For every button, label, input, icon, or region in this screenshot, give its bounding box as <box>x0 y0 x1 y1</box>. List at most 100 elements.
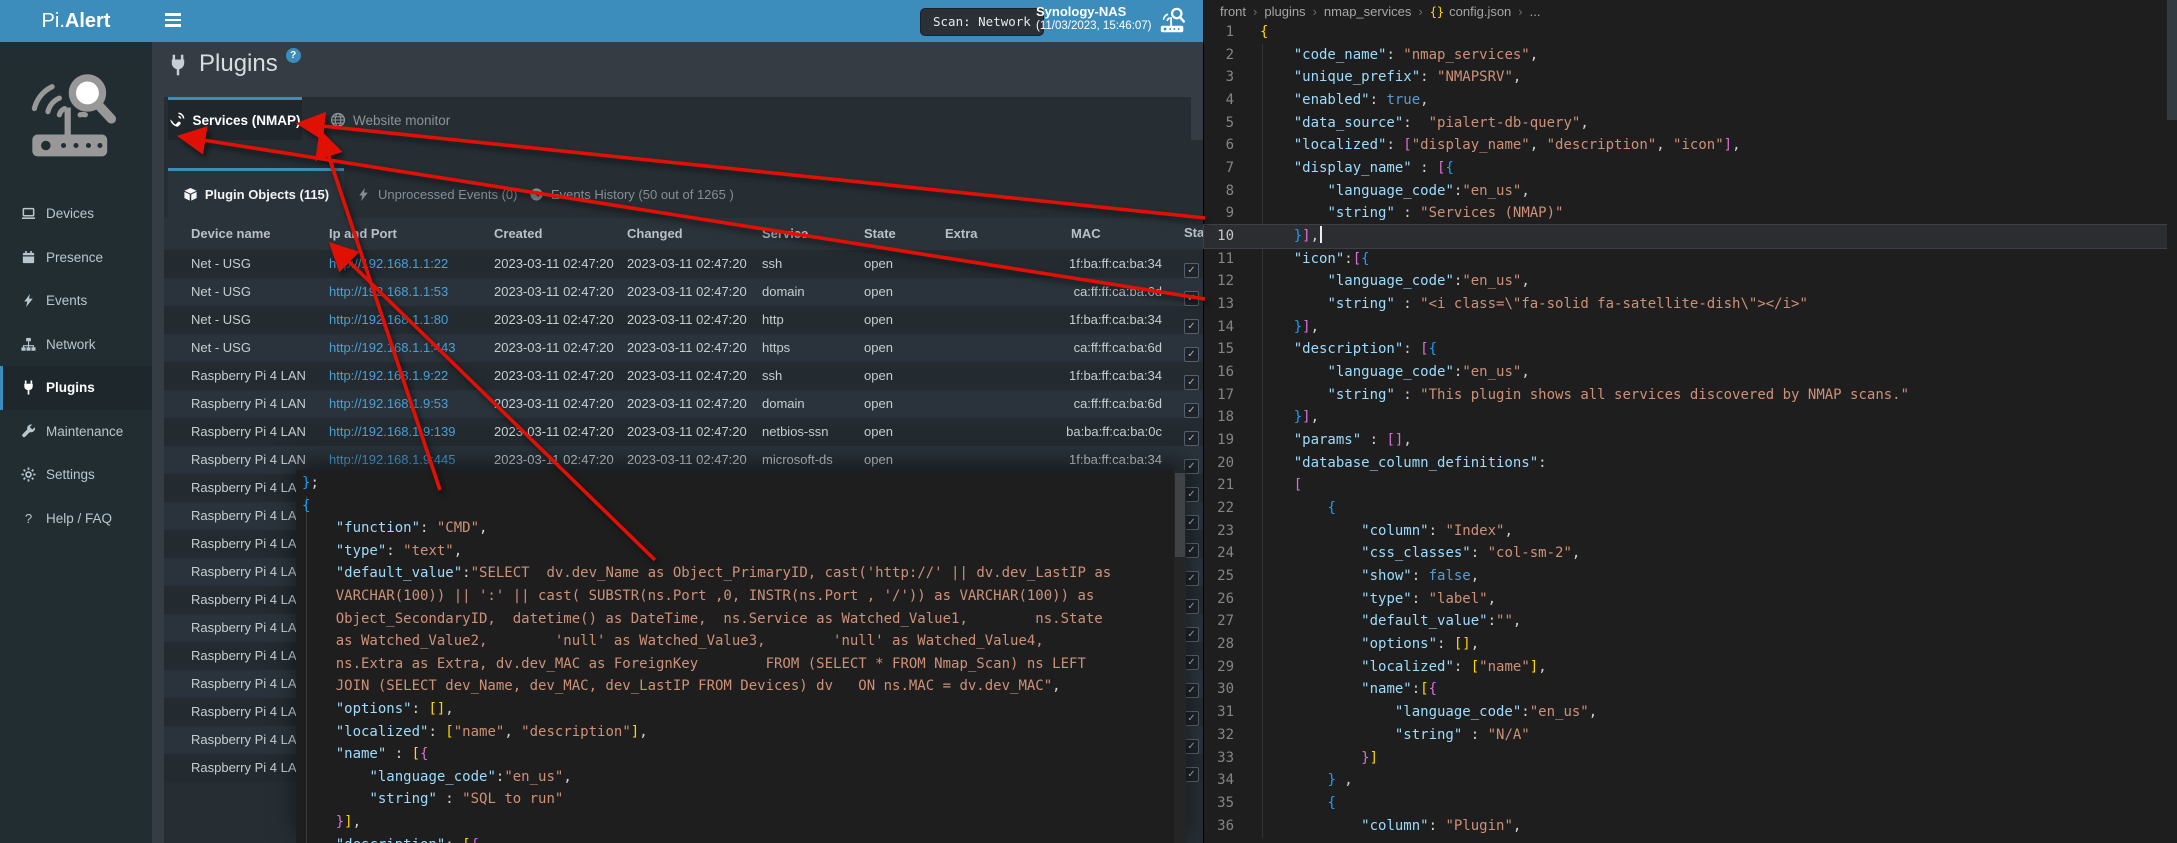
hamburger-menu-icon[interactable] <box>165 13 183 29</box>
cell-device-name: Net - USG <box>191 340 251 355</box>
breadcrumb-segment[interactable]: front <box>1220 4 1246 19</box>
col-ip-and-port[interactable]: Ip and Port <box>329 226 397 241</box>
editor-code[interactable]: 1{2 "code_name": "nmap_services",3 "uniq… <box>1204 21 2177 837</box>
cell-created: 2023-03-11 02:47:20 <box>494 340 614 355</box>
status-checkbox[interactable]: ✓ <box>1184 543 1199 558</box>
cell-device-name: Raspberry Pi 4 LAN <box>191 564 306 579</box>
col-device-name[interactable]: Device name <box>191 226 271 241</box>
cell-state: open <box>864 284 893 299</box>
col-changed[interactable]: Changed <box>627 226 683 241</box>
overlay-scrollbar[interactable] <box>1174 470 1186 843</box>
status-checkbox[interactable]: ✓ <box>1184 431 1199 446</box>
wrench-icon <box>21 424 36 439</box>
cell-mac: ca:ff:ff:ca:ba:6d <box>1004 284 1162 299</box>
code-line: }], <box>302 811 1172 834</box>
line-number: 8 <box>1204 180 1252 203</box>
sidebar-item-network[interactable]: Network <box>0 323 152 367</box>
line-number: 21 <box>1204 474 1252 497</box>
line-number: 14 <box>1204 316 1252 339</box>
line-number: 17 <box>1204 384 1252 407</box>
subtab-plugin-objects[interactable]: Plugin Objects (115) <box>168 171 344 218</box>
status-checkbox[interactable]: ✓ <box>1184 487 1199 502</box>
status-checkbox[interactable]: ✓ <box>1184 683 1199 698</box>
subtab-events-history[interactable]: Events History (50 out of 1265 ) <box>529 171 734 218</box>
breadcrumb-segment[interactable]: nmap_services <box>1324 4 1411 19</box>
sidebar-item-devices[interactable]: Devices <box>0 192 152 236</box>
col-mac[interactable]: MAC <box>1071 226 1101 241</box>
subtab-unprocessed-events[interactable]: Unprocessed Events (0) <box>356 171 517 218</box>
cell-created: 2023-03-11 02:47:20 <box>494 368 614 383</box>
col-extra[interactable]: Extra <box>945 226 978 241</box>
help-badge[interactable]: ? <box>286 48 301 63</box>
status-checkbox[interactable]: ✓ <box>1184 347 1199 362</box>
sidebar-nav: Devices Presence EventsNetworkPluginsMaint… <box>0 192 152 540</box>
status-checkbox[interactable]: ✓ <box>1184 459 1199 474</box>
editor-line: 34 } , <box>1204 769 2177 792</box>
tab-services-nmap[interactable]: Services (NMAP) <box>168 97 302 140</box>
cell-ip-port-link[interactable]: http://192.168.1.1:53 <box>329 284 448 299</box>
cell-ip-port-link[interactable]: http://192.168.1.9:139 <box>329 424 456 439</box>
cell-mac: ca:ff:ff:ca:ba:6d <box>1004 340 1162 355</box>
status-checkbox[interactable]: ✓ <box>1184 571 1199 586</box>
breadcrumb-segment[interactable]: plugins <box>1264 4 1305 19</box>
page-title-text: Plugins <box>199 50 278 78</box>
sidebar-item-plugins[interactable]: Plugins <box>0 366 152 410</box>
line-number: 7 <box>1204 157 1252 180</box>
sitemap-icon <box>21 337 36 352</box>
router-scan-icon[interactable] <box>1158 6 1188 36</box>
sidebar-item-label: Presence <box>46 250 103 265</box>
cell-ip-port-link[interactable]: http://192.168.1.1:22 <box>329 256 448 271</box>
status-checkbox[interactable]: ✓ <box>1184 627 1199 642</box>
brand-logo[interactable]: Pi.Alert <box>0 0 152 42</box>
status-checkbox[interactable]: ✓ <box>1184 403 1199 418</box>
cell-state: open <box>864 312 893 327</box>
cell-changed: 2023-03-11 02:47:20 <box>627 424 747 439</box>
cell-ip-port-link[interactable]: http://192.168.1.9:22 <box>329 368 448 383</box>
sidebar-item-settings[interactable]: Settings <box>0 453 152 497</box>
sidebar-item-presence[interactable]: Presence <box>0 236 152 280</box>
cell-ip-port-link[interactable]: http://192.168.1.1:443 <box>329 340 456 355</box>
status-checkbox[interactable]: ✓ <box>1184 515 1199 530</box>
status-checkbox[interactable]: ✓ <box>1184 599 1199 614</box>
cell-ip-port-link[interactable]: http://192.168.1.1:80 <box>329 312 448 327</box>
line-number: 12 <box>1204 270 1252 293</box>
code-line: "language_code":"en_us", <box>302 766 1172 789</box>
status-checkbox[interactable]: ✓ <box>1184 375 1199 390</box>
cell-changed: 2023-03-11 02:47:20 <box>627 340 747 355</box>
status-checkbox[interactable]: ✓ <box>1184 319 1199 334</box>
status-checkbox[interactable]: ✓ <box>1184 739 1199 754</box>
cell-device-name: Raspberry Pi 4 LAN <box>191 536 306 551</box>
status-checkbox[interactable]: ✓ <box>1184 291 1199 306</box>
breadcrumb-segment[interactable]: config.json <box>1449 4 1511 19</box>
status-checkbox[interactable]: ✓ <box>1184 711 1199 726</box>
line-number: 13 <box>1204 293 1252 316</box>
cell-created: 2023-03-11 02:47:20 <box>494 452 614 467</box>
status-checkbox[interactable]: ✓ <box>1184 767 1199 782</box>
status-checkbox[interactable]: ✓ <box>1184 263 1199 278</box>
code-line: "default_value":"SELECT dv.dev_Name as O… <box>302 562 1172 585</box>
cell-ip-port-link[interactable]: http://192.168.1.9:53 <box>329 396 448 411</box>
code-line: "string" : "SQL to run" <box>302 788 1172 811</box>
col-service[interactable]: Service <box>762 226 808 241</box>
tab-website-monitor[interactable]: Website monitor <box>316 100 464 140</box>
cell-service: microsoft-ds <box>762 452 833 467</box>
editor-line: 8 "language_code":"en_us", <box>1204 180 2177 203</box>
col-created[interactable]: Created <box>494 226 542 241</box>
cell-device-name: Raspberry Pi 4 LAN <box>191 648 306 663</box>
status-checkbox[interactable]: ✓ <box>1184 655 1199 670</box>
sidebar-item-help-faq[interactable]: ?Help / FAQ <box>0 497 152 541</box>
editor-line: 10 }], <box>1204 225 2177 248</box>
sidebar-item-events[interactable]: Events <box>0 279 152 323</box>
sidebar-item-maintenance[interactable]: Maintenance <box>0 410 152 454</box>
cell-ip-port-link[interactable]: http://192.168.1.9:445 <box>329 452 456 467</box>
host-name: Synology-NAS <box>1036 4 1152 19</box>
table-row: Net - USGhttp://192.168.1.1:802023-03-11… <box>164 306 1203 334</box>
editor-line: 19 "params" : [], <box>1204 429 2177 452</box>
breadcrumb-segment[interactable]: ... <box>1530 4 1541 19</box>
line-number: 28 <box>1204 633 1252 656</box>
overlay-code[interactable]: };{ "function": "CMD", "type": "text", "… <box>302 472 1172 843</box>
sidebar: Devices Presence EventsNetworkPluginsMaint… <box>0 42 152 843</box>
col-state[interactable]: State <box>864 226 896 241</box>
editor-scrollbar[interactable] <box>2167 0 2177 843</box>
text-cursor <box>1320 226 1322 243</box>
